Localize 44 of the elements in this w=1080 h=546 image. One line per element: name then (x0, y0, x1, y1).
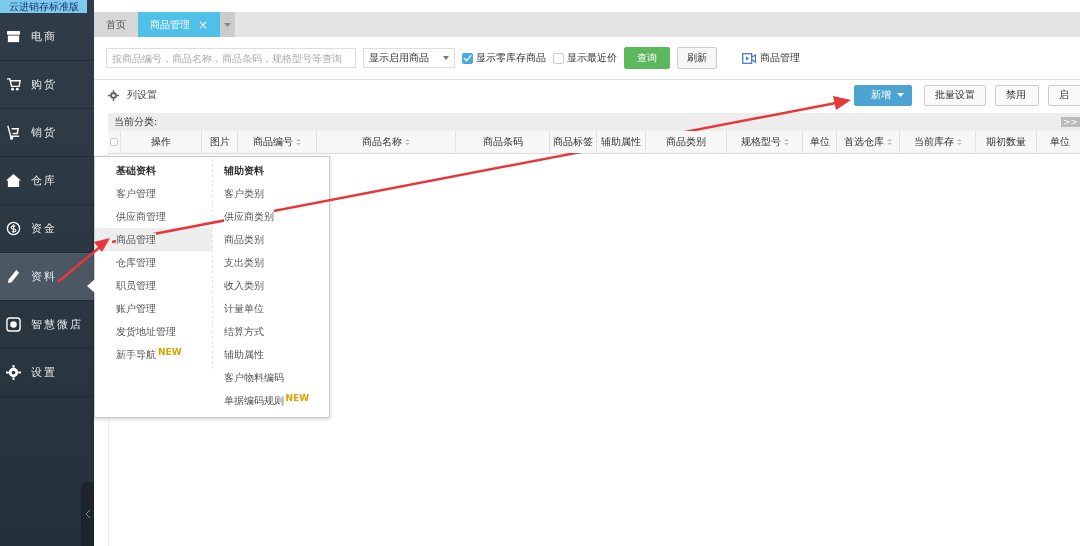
trolley-icon (6, 125, 21, 140)
sidebar-item[interactable]: 资料 (0, 253, 94, 301)
chevron-left-icon (84, 509, 91, 519)
help-link[interactable]: 商品管理 (760, 51, 800, 65)
action-button[interactable]: 批量设置 (924, 84, 986, 106)
checkbox[interactable] (553, 52, 564, 64)
sort-icon (405, 139, 410, 145)
sort-icon (956, 139, 962, 145)
new-label: NEW (158, 347, 182, 357)
column-header[interactable]: 商品类别 (646, 131, 727, 153)
checkbox-option[interactable]: 显示最近价 (553, 51, 617, 65)
sort-icon (783, 139, 789, 145)
dollar-icon (6, 221, 21, 236)
caret-icon (897, 93, 904, 97)
house-icon (6, 173, 21, 188)
refresh-button[interactable]: 刷新 (677, 47, 717, 69)
video-icon (742, 52, 756, 64)
cart-icon (6, 77, 21, 92)
caret-icon (443, 56, 449, 60)
sort-icon (887, 139, 892, 145)
search-field[interactable]: 按商品编号，商品名称，商品条码，规格型号等查询 (106, 48, 356, 68)
menu-heading: 辅助资料 (222, 164, 265, 178)
checkbox-option[interactable]: 显示零库存商品 (462, 51, 546, 65)
tab-dropdown[interactable] (220, 12, 236, 37)
category-label: 当前分类: (114, 115, 158, 129)
menu-item[interactable]: 商品管理 (95, 228, 212, 251)
collapse-handle[interactable] (81, 482, 94, 546)
checkbox[interactable] (110, 138, 118, 146)
menu-heading: 基础资料 (115, 164, 157, 178)
tab[interactable]: 首页 (94, 12, 138, 37)
sidebar-item[interactable]: 销货 (0, 109, 94, 157)
status-filter[interactable]: 显示启用商品 (363, 48, 455, 68)
action-button[interactable]: 禁用 (995, 84, 1039, 106)
checkbox[interactable] (462, 52, 473, 64)
column-settings-link[interactable]: 列设置 (127, 88, 157, 102)
sidebar-item[interactable]: 购货 (0, 61, 94, 109)
caret-icon (224, 22, 232, 27)
pencil-icon (6, 269, 21, 284)
new-label: NEW (285, 393, 310, 403)
action-button[interactable]: 启 (1048, 84, 1080, 106)
app-title: 云进销存标准版 (0, 0, 87, 13)
column-header[interactable]: 商品标签 (550, 131, 597, 153)
sort-icon (296, 139, 301, 145)
column-header[interactable]: 辅助属性 (597, 131, 646, 153)
